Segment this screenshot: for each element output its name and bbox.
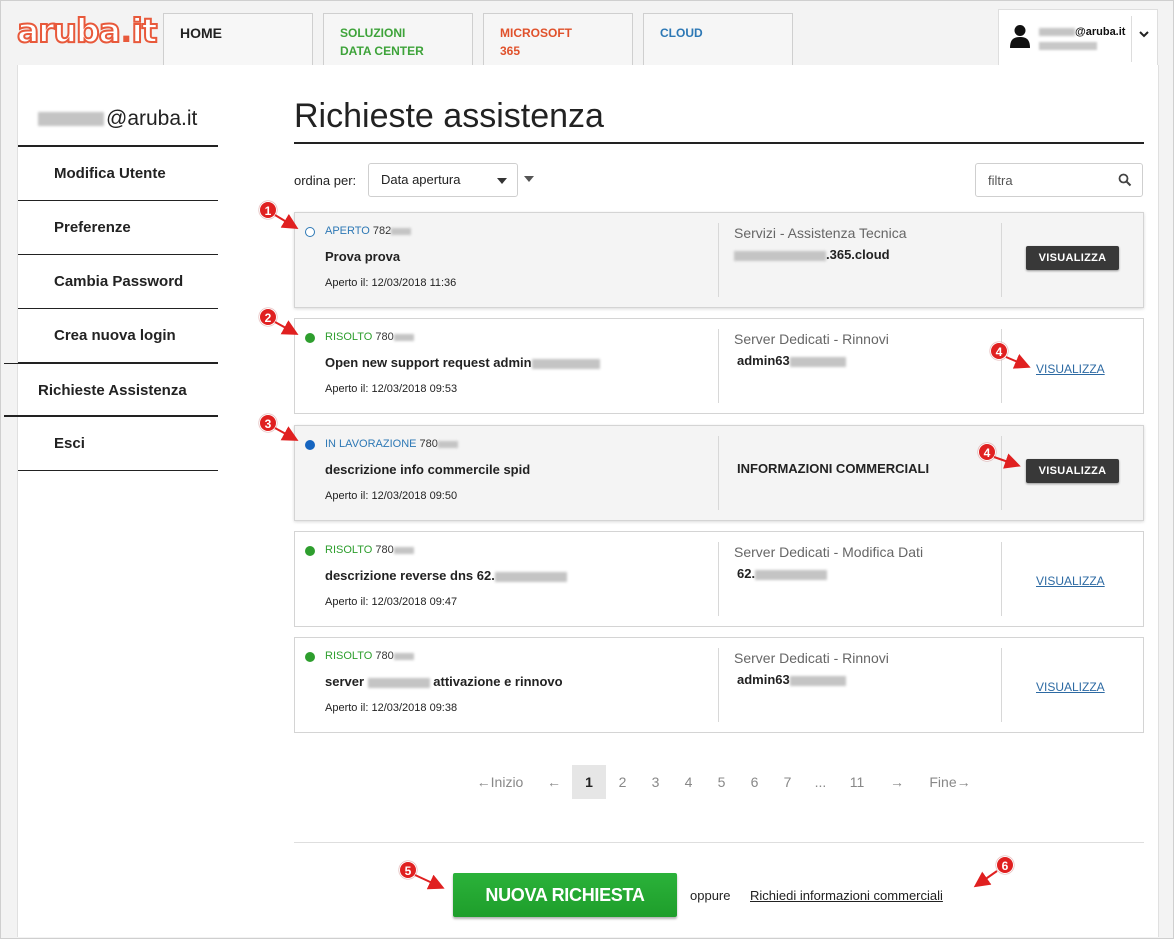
- annotation-arrow-icon: [274, 213, 1031, 890]
